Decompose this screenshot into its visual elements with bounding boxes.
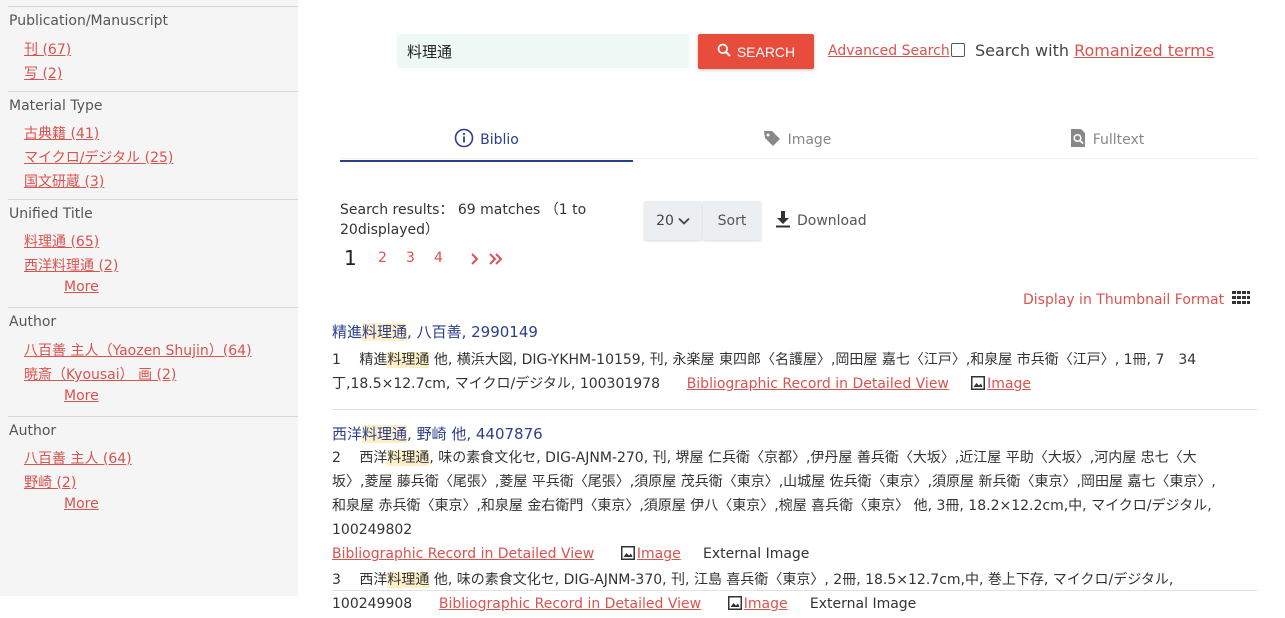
tab-biblio[interactable]: Biblio [340, 120, 633, 162]
facet-item[interactable]: 国文研蔵 (3) [24, 171, 104, 191]
record-title-highlight: 料理通 [362, 323, 408, 341]
next-page-icon[interactable] [470, 252, 480, 270]
romanized-label: Search with Romanized terms [975, 41, 1214, 60]
record-title[interactable]: 精進料理通, 八百善, 2990149 [332, 321, 538, 342]
detail-view-link[interactable]: Bibliographic Record in Detailed View [687, 376, 949, 392]
image-icon [971, 374, 986, 398]
tag-icon [762, 128, 782, 152]
search-button[interactable]: SEARCH [698, 34, 814, 69]
facet-more-link[interactable]: More [64, 279, 99, 295]
facet-item[interactable]: マイクロ/デジタル (25) [24, 147, 173, 167]
image-link[interactable]: Image [987, 376, 1031, 392]
facet-title: Material Type [9, 98, 103, 114]
record-title-highlight: 料理通 [362, 425, 408, 443]
facet-more-link[interactable]: More [64, 496, 99, 512]
facet-title: Author [9, 423, 57, 439]
search-icon [717, 43, 731, 60]
page-link[interactable]: 4 [434, 250, 443, 266]
entry-number: 2 [332, 450, 341, 466]
last-page-icon[interactable] [488, 252, 504, 270]
chevron-down-icon [678, 213, 690, 229]
facet-author-2: Author 八百善 主人 (64) 野崎 (2) More [8, 416, 298, 527]
record-title-suffix: , 八百善, 2990149 [407, 323, 538, 341]
image-icon [727, 594, 742, 618]
facet-more-link[interactable]: More [64, 388, 99, 404]
facet-title: Author [9, 314, 57, 330]
grid-icon [1232, 291, 1251, 309]
record-title[interactable]: 西洋料理通, 野崎 他, 4407876 [332, 423, 543, 444]
search-button-label: SEARCH [736, 43, 796, 60]
romanized-prefix: Search with [975, 41, 1075, 60]
info-icon [454, 128, 474, 152]
sort-button[interactable]: Sort [703, 201, 761, 240]
romanized-terms-link[interactable]: Romanized terms [1074, 41, 1214, 60]
facet-title: Unified Title [9, 206, 93, 222]
search-input[interactable] [397, 34, 689, 68]
fulltext-search-icon [1069, 128, 1087, 152]
facet-author: Author 八百善 主人（Yaozen Shujin）(64) 暁斎（Kyou… [8, 307, 298, 417]
external-image-label: External Image [703, 546, 810, 562]
page-link[interactable]: 2 [378, 250, 387, 266]
entry-title-highlight: 料理通 [387, 572, 430, 588]
facet-item[interactable]: 八百善 主人（Yaozen Shujin）(64) [24, 340, 252, 360]
facet-title: Publication/Manuscript [9, 13, 168, 29]
facet-material-type: Material Type 古典籍 (41) マイクロ/デジタル (25) 国文… [8, 91, 298, 200]
facet-item[interactable]: 刊 (67) [24, 39, 71, 59]
facet-item[interactable]: 八百善 主人 (64) [24, 448, 132, 468]
tab-label: Biblio [480, 132, 519, 148]
tab-fulltext[interactable]: Fulltext [960, 120, 1253, 160]
download-icon [775, 210, 791, 232]
external-image-label: External Image [809, 596, 917, 612]
results-summary-line: Search results： 69 matches （1 to [340, 202, 587, 218]
results-summary: Search results： 69 matches （1 to 20displ… [340, 200, 620, 240]
page-current: 1 [344, 246, 357, 270]
per-page-value: 20 [656, 212, 674, 229]
record-title-prefix: 西洋 [332, 425, 363, 443]
record-divider [332, 409, 1258, 410]
romanized-checkbox[interactable] [951, 43, 965, 57]
record-title-suffix: , 野崎 他, 4407876 [407, 425, 543, 443]
facet-unified-title: Unified Title 料理通 (65) 西洋料理通 (2) More [8, 199, 298, 308]
tab-image[interactable]: Image [650, 120, 943, 160]
entry-title-prefix: 精進 [359, 352, 388, 368]
entry-details: , 味の素食文化セ, DIG-AJNM-270, 刊, 堺屋 仁兵衛〈京都〉,伊… [332, 450, 1216, 538]
facet-item[interactable]: 写 (2) [24, 63, 62, 83]
download-label: Download [797, 213, 867, 229]
facet-item[interactable]: 暁斎（Kyousai） 画 (2) [24, 364, 176, 384]
entry-title-prefix: 西洋 [359, 572, 388, 588]
detail-view-link[interactable]: Bibliographic Record in Detailed View [439, 596, 701, 612]
advanced-search-link[interactable]: Advanced Search [828, 43, 950, 59]
facet-item[interactable]: 西洋料理通 (2) [24, 255, 118, 275]
entry-number: 3 [332, 572, 341, 588]
record-title-prefix: 精進 [332, 323, 363, 341]
tab-label: Image [787, 132, 832, 148]
image-icon [620, 544, 635, 568]
facet-publication: Publication/Manuscript 刊 (67) 写 (2) [8, 6, 298, 92]
facet-item[interactable]: 野崎 (2) [24, 472, 76, 492]
facet-item[interactable]: 料理通 (65) [24, 231, 99, 251]
image-link[interactable]: Image [744, 596, 788, 612]
entry-title-highlight: 料理通 [387, 450, 430, 466]
thumbnail-format-link[interactable]: Display in Thumbnail Format [1023, 291, 1251, 309]
record-entry: 1 精進料理通 他, 横浜大図, DIG-YKHM-10159, 刊, 永楽屋 … [332, 348, 1222, 398]
page-link[interactable]: 3 [406, 250, 415, 266]
results-summary-line: 20displayed） [340, 222, 440, 238]
image-link[interactable]: Image [637, 546, 681, 562]
facet-item[interactable]: 古典籍 (41) [24, 123, 99, 143]
detail-view-link[interactable]: Bibliographic Record in Detailed View [332, 546, 594, 562]
facet-sidebar: Publication/Manuscript 刊 (67) 写 (2) Mate… [0, 0, 298, 596]
tab-label: Fulltext [1092, 132, 1145, 148]
entry-title-highlight: 料理通 [387, 352, 430, 368]
record-entry: 2 西洋料理通, 味の素食文化セ, DIG-AJNM-270, 刊, 堺屋 仁兵… [332, 446, 1222, 618]
download-button[interactable]: Download [775, 210, 867, 232]
thumbnail-format-label: Display in Thumbnail Format [1023, 292, 1225, 308]
entry-number: 1 [332, 352, 341, 368]
entry-title-prefix: 西洋 [359, 450, 388, 466]
per-page-select[interactable]: 20 [644, 201, 702, 240]
record-divider [332, 590, 1258, 591]
